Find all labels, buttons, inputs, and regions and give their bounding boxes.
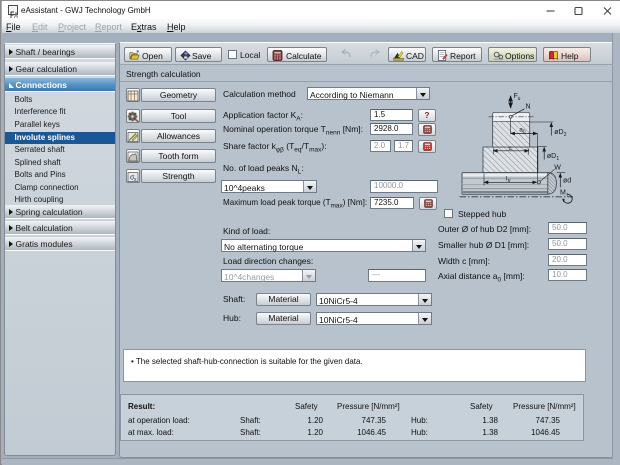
svg-text:0: 0 — [523, 129, 526, 135]
svg-text:t: t — [567, 193, 569, 199]
svg-text:W: W — [554, 165, 561, 172]
svg-text:øD: øD — [554, 129, 563, 136]
svg-text:øD: øD — [547, 153, 556, 160]
svg-text:N: N — [526, 104, 531, 111]
svg-text:u: u — [518, 96, 521, 102]
svg-text:1: 1 — [556, 156, 559, 162]
svg-text:tr: tr — [508, 179, 511, 185]
svg-text:M: M — [560, 190, 566, 197]
svg-text:ød: ød — [563, 178, 571, 185]
svg-text:2: 2 — [564, 132, 567, 138]
